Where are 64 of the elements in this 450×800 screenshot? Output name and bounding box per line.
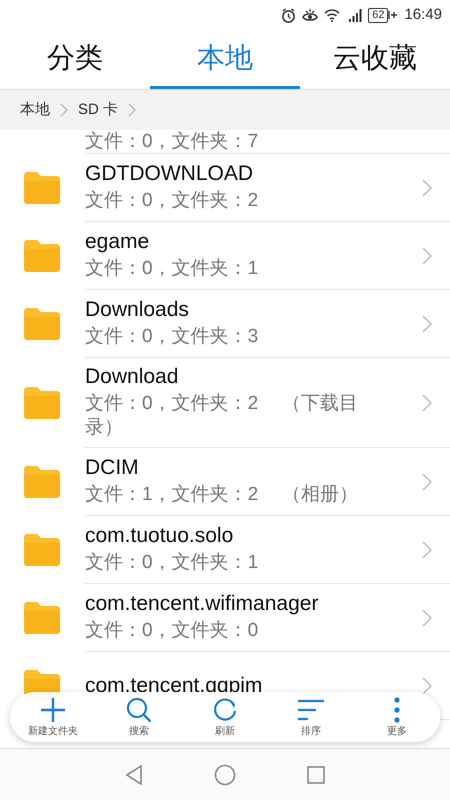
- battery-level: 62: [368, 8, 388, 22]
- signal-icon: [346, 8, 362, 22]
- toolbar-button[interactable]: 更多: [362, 696, 432, 738]
- folder-name: Downloads: [85, 298, 189, 322]
- folder-icon: [22, 465, 62, 499]
- chevron-right-icon: [422, 608, 432, 626]
- chevron-right-icon: [422, 540, 432, 558]
- folder-name: com.tencent.wifimanager: [85, 592, 318, 616]
- chevron-right-icon: [128, 103, 136, 117]
- folder-row[interactable]: egame 文件：0，文件夹：1: [0, 222, 450, 290]
- home-icon[interactable]: [214, 764, 236, 786]
- folder-details: 文件：0，文件夹：1: [85, 257, 260, 281]
- folder-name: GDTDOWNLOAD: [85, 162, 253, 186]
- recents-icon[interactable]: [306, 766, 325, 784]
- folder-row[interactable]: DCIM 文件：1，文件夹：2 （相册）: [0, 448, 450, 516]
- folder-row[interactable]: com.tencent.wifimanager 文件：0，文件夹：0: [0, 584, 450, 652]
- folder-details: 文件：0，文件夹：3: [85, 325, 260, 349]
- breadcrumb-item[interactable]: SD 卡: [78, 98, 118, 122]
- eye-icon: [302, 8, 318, 22]
- chevron-right-icon: [422, 178, 432, 196]
- refresh-icon: [212, 697, 238, 723]
- folder-icon: [22, 533, 62, 567]
- folder-name: egame: [85, 230, 150, 254]
- folder-details: 文件：0，文件夹：2 （下载目录）: [85, 392, 360, 440]
- folder-row[interactable]: GDTDOWNLOAD 文件：0，文件夹：2: [0, 154, 450, 222]
- folder-name: com.tencent.qqpim: [85, 674, 262, 698]
- folder-row[interactable]: Download 文件：0，文件夹：2 （下载目录）: [0, 358, 450, 448]
- folder-icon: [22, 307, 62, 341]
- alarm-icon: [281, 8, 296, 22]
- folder-details: 文件：0，文件夹：2: [85, 189, 260, 213]
- tab[interactable]: 分类: [0, 30, 150, 89]
- folder-name: com.tuotuo.solo: [85, 524, 234, 548]
- folder-icon: [22, 601, 62, 635]
- chevron-right-icon: [422, 394, 432, 412]
- back-icon[interactable]: [125, 764, 144, 784]
- folder-details: 文件：0，文件夹：0: [85, 619, 260, 643]
- folder-details: 文件：1，文件夹：2 （相册）: [85, 483, 360, 507]
- folder-icon: [22, 171, 62, 205]
- folder-details: 文件：0，文件夹：7: [85, 130, 260, 153]
- tab[interactable]: 云收藏: [300, 30, 450, 89]
- folder-row[interactable]: com.tuotuo.solo 文件：0，文件夹：1: [0, 516, 450, 584]
- chevron-right-icon: [422, 676, 432, 694]
- chevron-right-icon: [60, 103, 68, 117]
- folder-icon: [22, 386, 62, 420]
- toolbar-button[interactable]: 刷新: [190, 696, 260, 738]
- folder-name: DCIM: [85, 456, 139, 480]
- search-icon: [126, 697, 152, 723]
- plus-icon: [40, 697, 66, 723]
- folder-details: 文件：0，文件夹：1: [85, 551, 260, 575]
- toolbar-button[interactable]: 搜索: [104, 696, 174, 738]
- wifi-icon: [324, 8, 340, 22]
- clock-time: 16:49: [404, 4, 442, 25]
- more-icon: [393, 697, 401, 723]
- folder-icon: [22, 239, 62, 273]
- toolbar-button[interactable]: 排序: [276, 696, 346, 738]
- chevron-right-icon: [422, 314, 432, 332]
- folder-row[interactable]: 文件：0，文件夹：7: [0, 130, 450, 154]
- toolbar-button[interactable]: 新建文件夹: [18, 696, 88, 738]
- chevron-right-icon: [422, 246, 432, 264]
- folder-name: Download: [85, 365, 178, 389]
- chevron-right-icon: [422, 472, 432, 490]
- sort-icon: [297, 698, 325, 722]
- folder-row[interactable]: Downloads 文件：0，文件夹：3: [0, 290, 450, 358]
- breadcrumb-item[interactable]: 本地: [20, 98, 50, 122]
